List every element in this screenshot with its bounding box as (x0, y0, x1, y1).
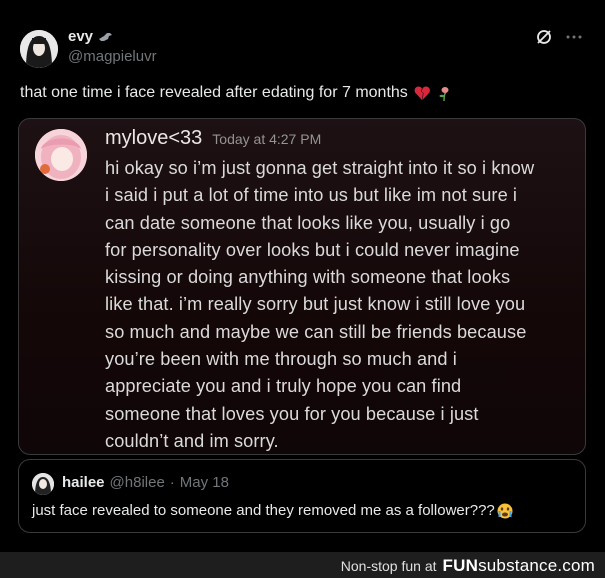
broken-heart-icon (414, 86, 430, 100)
footer-content: Non-stop fun at FUNsubstance.com (341, 556, 595, 576)
message-line: someone that loves you for you because i… (105, 403, 479, 424)
message-screenshot: mylove<33 Today at 4:27 PM hi okay so i’… (18, 118, 586, 455)
tweet-container: evy @magpieluvr that one time i face rev… (0, 0, 605, 548)
message-line: hi okay so i’m just gonna get straight i… (105, 158, 535, 178)
quoted-avatar (32, 473, 54, 495)
message-avatar (35, 129, 87, 181)
crow-icon (99, 32, 113, 41)
message-line: kissing or doing anything with someone t… (105, 267, 511, 288)
user-handle[interactable]: @magpieluvr (68, 48, 157, 65)
quoted-name[interactable]: hailee (62, 474, 105, 491)
wilted-flower-icon (439, 87, 449, 101)
quoted-avatar-image (32, 473, 54, 495)
tweet-actions (535, 28, 583, 46)
grok-icon[interactable] (535, 28, 553, 46)
message-header: mylove<33 Today at 4:27 PM (105, 127, 321, 150)
quoted-separator: · (169, 474, 175, 491)
tweet-text: that one time i face revealed after edat… (20, 84, 452, 102)
brand-fun: FUN (442, 556, 479, 575)
quoted-text-content: just face revealed to someone and they r… (32, 502, 495, 519)
quoted-text: just face revealed to someone and they r… (32, 502, 513, 519)
message-line: so much and maybe we can still be friend… (105, 321, 527, 342)
watermark-footer: Non-stop fun at FUNsubstance.com (0, 552, 605, 578)
quoted-handle[interactable]: @h8ilee (110, 474, 165, 491)
message-line: you’re been with me through so much and … (105, 349, 457, 370)
tweet-text-content: that one time i face revealed after edat… (20, 84, 408, 101)
avatar[interactable] (20, 30, 58, 68)
message-avatar-image (35, 129, 87, 181)
quoted-header: hailee @h8ilee · May 18 (62, 474, 229, 491)
crying-face-icon (497, 503, 513, 518)
brand-tld: .com (557, 556, 595, 575)
message-line: like that. i’m really sorry but just kno… (105, 294, 526, 315)
footer-tagline: Non-stop fun at (340, 558, 437, 574)
quoted-date[interactable]: May 18 (180, 474, 229, 491)
message-line: i said i put a lot of time into us but l… (105, 185, 518, 206)
message-timestamp: Today at 4:27 PM (212, 131, 322, 147)
quoted-tweet[interactable]: hailee @h8ilee · May 18 just face reveal… (18, 459, 586, 533)
avatar-image (20, 30, 58, 68)
message-line: couldn’t and im sorry. (105, 430, 279, 451)
brand-logo[interactable]: FUNsubstance.com (443, 556, 595, 576)
message-username[interactable]: mylove<33 (105, 127, 202, 150)
more-options-icon[interactable] (565, 28, 583, 46)
brand-substance: substance (478, 556, 558, 575)
message-line: can date someone that looks like you, us… (105, 212, 511, 233)
message-body: hi okay so i’m just gonna get straight i… (105, 155, 575, 454)
message-line: for personality over looks but i could n… (105, 239, 520, 260)
message-line: appreciate you and i truly hope you can … (105, 376, 462, 397)
display-name[interactable]: evy (68, 28, 93, 45)
name-row: evy (68, 28, 114, 45)
